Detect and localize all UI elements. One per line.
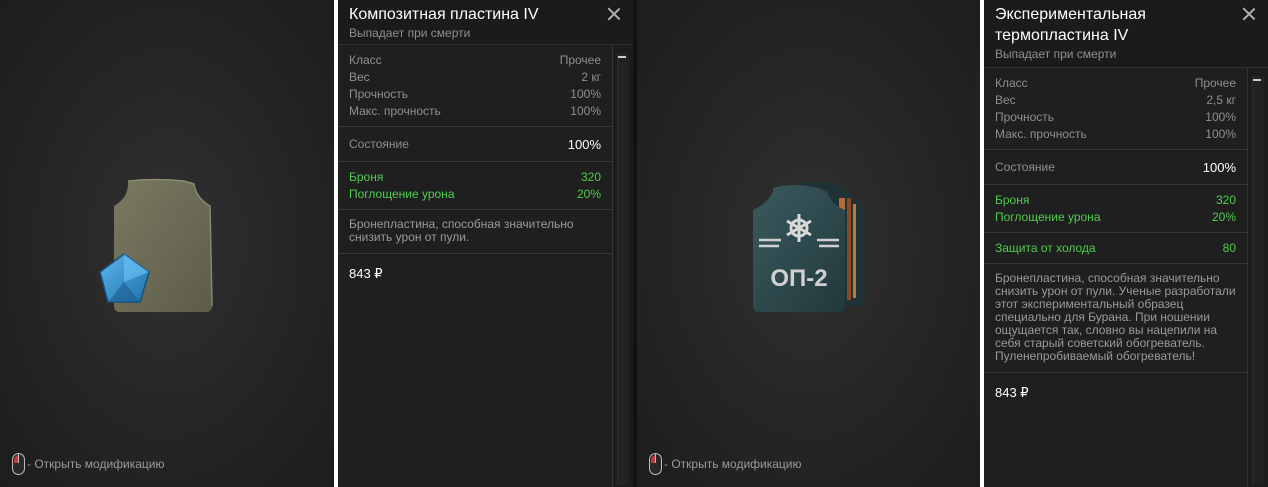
collapse-icon[interactable] <box>618 56 626 58</box>
mouse-icon <box>649 453 662 475</box>
condition-value: 100% <box>1202 160 1236 175</box>
hint-text: - Открыть модификацию <box>664 457 802 471</box>
scrollbar[interactable] <box>1248 68 1268 487</box>
plate-marking: ОП-2 <box>770 265 827 292</box>
condition-value: 100% <box>567 137 601 152</box>
bonus-row: Броня 320 <box>349 170 601 184</box>
item-subtitle: Выпадает при смерти <box>995 47 1117 61</box>
item-price: 843 ₽ <box>349 266 383 281</box>
hint-text: - Открыть модификацию <box>27 457 165 471</box>
thermo-plate-image: ОП-2 <box>753 182 865 312</box>
spec-row: Класс Прочее <box>995 76 1236 90</box>
bonus-row: Поглощение урона 20% <box>349 187 601 201</box>
item-price: 843 ₽ <box>995 385 1029 400</box>
mouse-icon <box>12 453 25 475</box>
item-title: Экспериментальная термопластина IV <box>995 6 1146 44</box>
spec-row: Макс. прочность 100% <box>349 104 601 118</box>
close-icon[interactable] <box>608 8 620 20</box>
collapse-icon[interactable] <box>1253 79 1261 81</box>
close-icon[interactable] <box>1243 8 1255 20</box>
spec-row: Прочность 100% <box>995 110 1236 124</box>
spec-row: Класс Прочее <box>349 53 601 67</box>
condition-label: Состояние <box>349 137 409 151</box>
condition-section: Состояние 100% <box>338 127 612 162</box>
bonus-row: Поглощение урона 20% <box>995 210 1236 224</box>
bonus-section: Броня 320 Поглощение урона 20% <box>984 185 1247 233</box>
item-tooltip-right: Экспериментальная термопластина IV Выпад… <box>980 0 1268 487</box>
specs-section: Класс Прочее Вес 2 кг Прочность 100% Макс. … <box>338 45 612 127</box>
spec-row: Прочность 100% <box>349 87 601 101</box>
bonus-section: Броня 320 Поглощение урона 20% <box>338 162 612 210</box>
open-modification-hint: - Открыть модификацию <box>12 453 165 475</box>
tooltip-body: Класс Прочее Вес 2 кг Прочность 100% Макс. … <box>338 45 613 487</box>
item-preview-right: ОП-2 - Открыть модификацию <box>637 0 980 487</box>
tooltip-header: Композитная пластина IV Выпадает при сме… <box>338 0 633 45</box>
spec-row: Макс. прочность 100% <box>995 127 1236 141</box>
tooltip-body: Класс Прочее Вес 2,5 кг Прочность 100% Макс… <box>984 68 1248 487</box>
composite-plate-image <box>99 178 213 312</box>
item-title: Композитная пластина IV <box>349 6 539 23</box>
item-preview-left: - Открыть модификацию <box>0 0 334 487</box>
open-modification-hint: - Открыть модификацию <box>649 453 802 475</box>
item-tooltip-left: Композитная пластина IV Выпадает при сме… <box>334 0 633 487</box>
tooltip-header: Экспериментальная термопластина IV Выпад… <box>984 0 1268 68</box>
item-description: Бронепластина, способная значительно сни… <box>984 264 1247 373</box>
spec-row: Вес 2 кг <box>349 70 601 84</box>
spec-row: Вес 2,5 кг <box>995 93 1236 107</box>
condition-label: Состояние <box>995 160 1055 174</box>
item-description: Бронепластина, способная значительно сни… <box>338 210 612 254</box>
bonus-row: Защита от холода 80 <box>995 241 1236 255</box>
specs-section: Класс Прочее Вес 2,5 кг Прочность 100% Макс… <box>984 68 1247 150</box>
item-subtitle: Выпадает при смерти <box>349 26 471 40</box>
condition-section: Состояние 100% <box>984 150 1247 185</box>
scrollbar[interactable] <box>613 45 633 487</box>
bonus-row: Броня 320 <box>995 193 1236 207</box>
cold-protection-section: Защита от холода 80 <box>984 233 1247 264</box>
